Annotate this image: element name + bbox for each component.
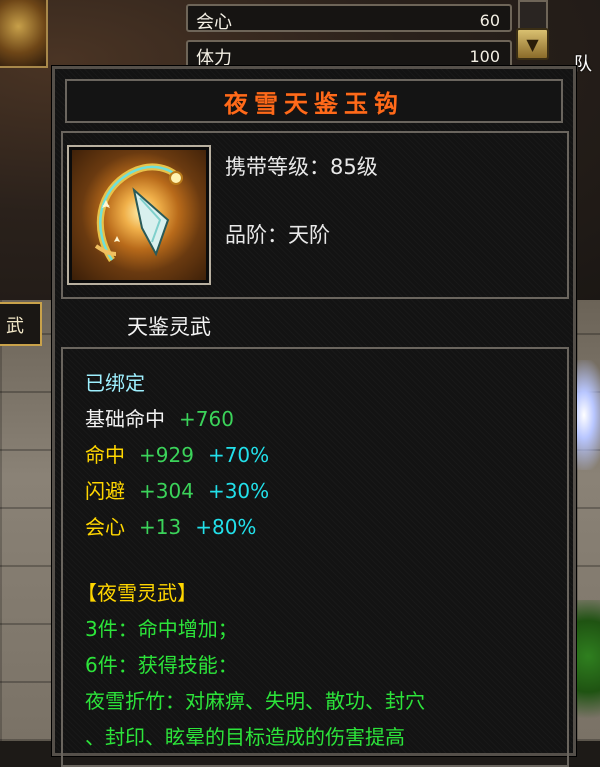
attribute-bonus: +30% <box>207 479 270 503</box>
attribute-name: 命中 <box>85 443 125 467</box>
attribute-base: +13 <box>139 515 182 539</box>
attribute-row: 会心 +13 +80% <box>85 511 256 540</box>
equipped-item-slot[interactable] <box>0 0 48 68</box>
bind-status: 已绑定 <box>85 371 145 395</box>
scroll-down-button[interactable]: ▼ <box>516 28 549 60</box>
attribute-name: 基础命中 <box>85 407 165 431</box>
chevron-down-icon: ▼ <box>526 34 539 54</box>
set-bonus-line: 夜雪折竹：对麻痹、失明、散功、封穴 <box>85 689 425 713</box>
item-icon <box>67 145 211 285</box>
stat-value: 60 <box>479 11 500 30</box>
attribute-bonus: +70% <box>207 443 270 467</box>
stat-value: 100 <box>469 47 500 66</box>
set-bonus-line: 3件：命中增加； <box>85 617 238 641</box>
item-category: 天鉴灵武 <box>127 315 211 339</box>
left-tab[interactable]: 武 <box>0 302 42 346</box>
attribute-box: 已绑定 基础命中 +760 命中 +929 +70% 闪避 +304 +30% 会心 +13… <box>61 347 569 767</box>
set-bonus-line: 、封印、眩晕的目标造成的伤害提高 <box>85 725 405 749</box>
left-tab-label: 武 <box>6 316 24 337</box>
item-tooltip: 夜雪天鉴玉钩 携带等级：85级 品阶：天阶 天鉴灵武 已绑定 基础命中 +760 … <box>52 66 576 767</box>
stat-row-crit: 会心 60 <box>186 4 512 33</box>
attribute-name: 闪避 <box>85 479 125 503</box>
stat-name: 会心 <box>196 12 232 33</box>
item-name: 夜雪天鉴玉钩 <box>224 89 404 118</box>
hook-weapon-icon <box>94 163 183 262</box>
carry-level: 携带等级：85级 <box>225 155 378 179</box>
category-bar: 天鉴灵武 <box>61 303 569 343</box>
attribute-base: +760 <box>179 407 234 431</box>
attribute-row: 闪避 +304 +30% <box>85 475 269 504</box>
item-grade: 品阶：天阶 <box>225 223 330 247</box>
attribute-row: 基础命中 +760 <box>85 403 234 432</box>
attribute-base: +304 <box>139 479 194 503</box>
attribute-row: 命中 +929 +70% <box>85 439 269 468</box>
team-label[interactable]: 队 <box>574 50 592 76</box>
stat-row-stamina: 体力 100 <box>186 40 512 69</box>
set-name: 【夜雪灵武】 <box>77 581 197 605</box>
attribute-bonus: +80% <box>195 515 257 539</box>
attribute-name: 会心 <box>85 515 125 539</box>
tooltip-title-bar: 夜雪天鉴玉钩 <box>65 79 563 123</box>
attribute-base: +929 <box>139 443 194 467</box>
set-bonus-line: 6件：获得技能： <box>85 653 238 677</box>
